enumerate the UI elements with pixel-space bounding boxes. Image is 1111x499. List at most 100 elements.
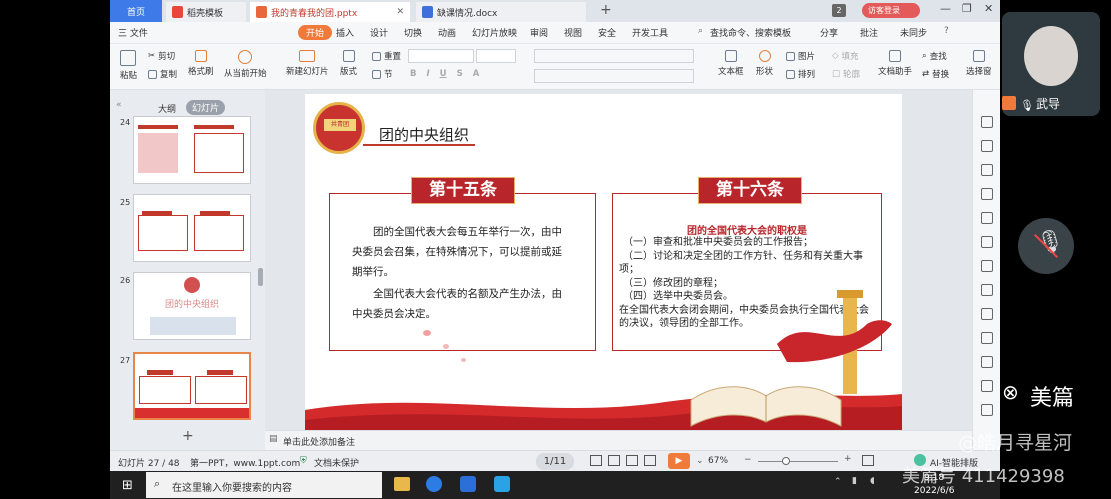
notes-view-icon[interactable]: [644, 455, 656, 466]
menu-animation[interactable]: 动画: [438, 26, 456, 39]
tab-template[interactable]: 稻壳模板: [166, 2, 246, 22]
alignment-tools[interactable]: [534, 69, 694, 83]
shape-button[interactable]: 形状: [756, 50, 773, 77]
fill-button[interactable]: ◇ 填充: [832, 50, 859, 62]
slides-tab[interactable]: 幻灯片: [186, 100, 226, 115]
app-icon[interactable]: [494, 476, 510, 492]
visitor-login-button[interactable]: 访客登录: [862, 3, 920, 18]
tab-home[interactable]: 首页: [110, 0, 162, 22]
tool-icon[interactable]: [981, 308, 993, 320]
window-count-badge[interactable]: 2: [832, 4, 846, 17]
tray-up-icon[interactable]: ⌃: [834, 477, 842, 487]
slide-thumbnail-26[interactable]: 团的中央组织: [133, 272, 251, 340]
strike-icon[interactable]: S: [457, 69, 463, 79]
tool-icon[interactable]: [981, 404, 993, 416]
font-style-buttons[interactable]: BI USA: [410, 69, 479, 79]
zoom-in-icon[interactable]: +: [844, 454, 852, 464]
fit-window-icon[interactable]: [862, 455, 874, 466]
italic-icon[interactable]: I: [426, 69, 429, 79]
add-slide-icon[interactable]: +: [182, 428, 194, 444]
windows-start-icon[interactable]: ⊞: [122, 478, 133, 493]
tool-icon[interactable]: [981, 332, 993, 344]
paragraph-tools[interactable]: [534, 49, 694, 63]
collapse-pane-icon[interactable]: «: [116, 100, 122, 110]
font-color-icon[interactable]: A: [473, 69, 480, 79]
font-size-select[interactable]: [476, 49, 516, 63]
share-button[interactable]: 分享: [820, 26, 838, 39]
tool-icon[interactable]: [981, 356, 993, 368]
volume-icon[interactable]: ◖: [870, 476, 875, 486]
sync-status[interactable]: 未同步: [900, 26, 927, 39]
tool-icon[interactable]: [981, 260, 993, 272]
font-name-select[interactable]: [408, 49, 474, 63]
thumb-scrollbar[interactable]: [258, 268, 263, 286]
close-tab-icon[interactable]: ✕: [396, 7, 404, 17]
normal-view-icon[interactable]: [590, 455, 602, 466]
help-icon[interactable]: ?: [944, 26, 949, 36]
find-button[interactable]: ⌕ 查找: [922, 50, 947, 62]
comment-button[interactable]: 批注: [860, 26, 878, 39]
app-icon[interactable]: [426, 476, 442, 492]
mic-muted-button[interactable]: 🎙: [1018, 218, 1074, 274]
tool-icon[interactable]: [981, 188, 993, 200]
reading-view-icon[interactable]: [626, 455, 638, 466]
sorter-view-icon[interactable]: [608, 455, 620, 466]
file-explorer-icon[interactable]: [394, 477, 410, 491]
menu-design[interactable]: 设计: [370, 26, 388, 39]
tab-docx[interactable]: 缺课情况.docx: [416, 2, 586, 22]
taskbar-search-box[interactable]: ⌕ 在这里输入你要搜索的内容: [146, 472, 382, 498]
replace-button[interactable]: ⇄ 替换: [922, 68, 949, 80]
new-tab-icon[interactable]: +: [600, 2, 612, 18]
chevron-down-icon[interactable]: ⌄: [696, 456, 704, 466]
zoom-out-icon[interactable]: −: [744, 455, 752, 465]
section-button[interactable]: 节: [372, 68, 393, 80]
zoom-level[interactable]: 67%: [708, 456, 728, 466]
picture-button[interactable]: 图片: [786, 50, 815, 62]
reset-button[interactable]: 重置: [372, 50, 401, 62]
tool-icon[interactable]: [981, 284, 993, 296]
tool-icon[interactable]: [981, 380, 993, 392]
command-search[interactable]: 查找命令、搜索模板: [710, 26, 791, 39]
play-from-current-button[interactable]: 从当前开始: [224, 50, 267, 79]
play-slideshow-button[interactable]: ▶: [668, 453, 690, 469]
menu-review[interactable]: 审阅: [530, 26, 548, 39]
slide-thumbnail-24[interactable]: [133, 116, 251, 184]
menu-transition[interactable]: 切换: [404, 26, 422, 39]
tool-icon[interactable]: [981, 116, 993, 128]
menu-start[interactable]: 开始: [298, 25, 333, 40]
menu-security[interactable]: 安全: [598, 26, 616, 39]
cut-button[interactable]: ✂ 剪切: [148, 50, 175, 62]
tool-icon[interactable]: [981, 140, 993, 152]
underline-icon[interactable]: U: [440, 69, 447, 79]
maximize-icon[interactable]: ❐: [962, 2, 972, 15]
slide-thumbnail-25[interactable]: [133, 194, 251, 262]
slide-thumbnail-27[interactable]: [133, 352, 251, 420]
zoom-slider[interactable]: [758, 461, 838, 462]
select-pane-button[interactable]: 选择窗: [966, 50, 992, 77]
textbox-button[interactable]: 文本框: [718, 50, 744, 77]
close-window-icon[interactable]: ✕: [984, 2, 993, 15]
copy-button[interactable]: 复制: [148, 68, 177, 80]
new-slide-button[interactable]: 新建幻灯片: [286, 50, 329, 77]
doc-helper-button[interactable]: 文档助手: [878, 50, 912, 77]
menu-insert[interactable]: 插入: [336, 26, 354, 39]
tool-icon[interactable]: [981, 236, 993, 248]
page-indicator[interactable]: 1/11: [536, 453, 574, 470]
wps-writer-icon[interactable]: [460, 476, 476, 492]
menu-file[interactable]: 三 文件: [118, 26, 148, 39]
outline-tab[interactable]: 大纲: [158, 102, 176, 115]
notes-bar[interactable]: ▤ 单击此处添加备注: [265, 430, 972, 450]
bold-icon[interactable]: B: [410, 69, 416, 79]
minimize-icon[interactable]: —: [940, 2, 951, 15]
menu-view[interactable]: 视图: [564, 26, 582, 39]
paste-button[interactable]: 粘贴: [120, 50, 137, 81]
format-painter-button[interactable]: 格式刷: [188, 50, 214, 77]
menu-slideshow[interactable]: 幻灯片放映: [472, 26, 517, 39]
outline-button[interactable]: □ 轮廓: [832, 68, 860, 80]
zoom-slider-handle[interactable]: [782, 457, 790, 465]
slide[interactable]: 共青团 团的中央组织 团的全国代表大会每五年举行一次，由中央委员会召集，在特殊情…: [305, 94, 902, 430]
arrange-button[interactable]: 排列: [786, 68, 815, 80]
layout-button[interactable]: 版式: [340, 50, 357, 77]
tool-icon[interactable]: [981, 164, 993, 176]
protect-status[interactable]: 文档未保护: [314, 456, 359, 469]
